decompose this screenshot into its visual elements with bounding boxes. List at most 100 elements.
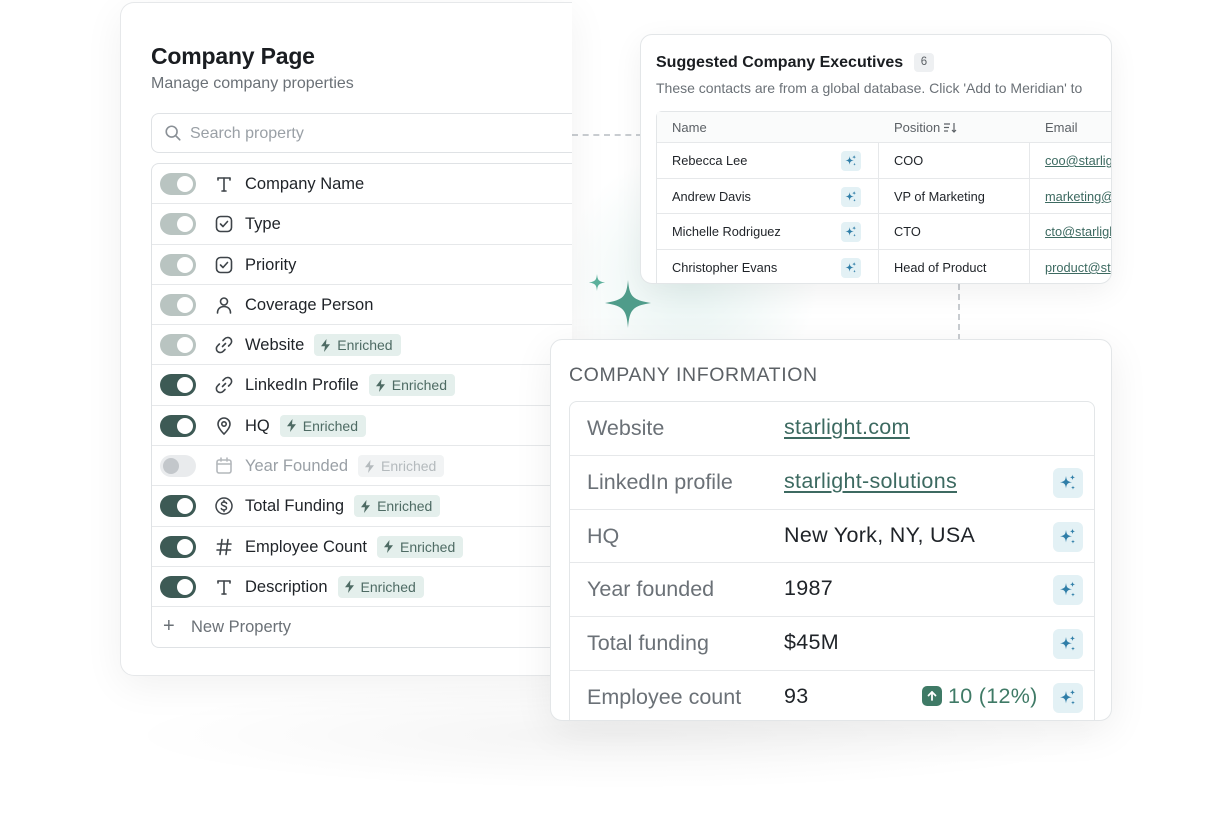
hash-icon: [214, 537, 234, 557]
property-name: Website: [245, 336, 305, 355]
column-header-position[interactable]: Position: [894, 120, 957, 135]
info-value: New York, NY, USA: [784, 522, 976, 547]
executive-position: CTO: [894, 224, 921, 240]
ai-enrich-button[interactable]: [841, 151, 861, 171]
property-toggle[interactable]: [160, 334, 196, 357]
info-row: LinkedIn profile starlight-solutions: [570, 456, 1094, 510]
executive-email-link[interactable]: product@st: [1045, 260, 1111, 275]
property-row[interactable]: LinkedIn Profile Enriched: [152, 365, 572, 406]
executive-email-link[interactable]: marketing@: [1045, 189, 1111, 204]
executive-name: Michelle Rodriguez: [672, 224, 781, 240]
property-row[interactable]: Description Enriched: [152, 567, 572, 608]
enriched-label: Enriched: [360, 578, 416, 595]
property-name: Year Founded: [245, 457, 349, 476]
sort-icon[interactable]: [943, 122, 957, 133]
info-value-link[interactable]: starlight.com: [784, 415, 910, 440]
enriched-label: Enriched: [302, 417, 359, 434]
ai-enrich-button[interactable]: [1053, 575, 1083, 606]
property-toggle[interactable]: [160, 495, 196, 518]
info-value: $45M: [784, 630, 839, 655]
connector-line: [958, 284, 960, 340]
lightning-icon: [375, 378, 386, 392]
info-value: 1987: [784, 576, 834, 601]
checkbox-icon: [214, 214, 234, 234]
toggle-knob: [177, 498, 193, 515]
property-toggle[interactable]: [160, 575, 196, 598]
property-name: Coverage Person: [245, 295, 374, 314]
info-value: 93: [784, 683, 809, 708]
sparkle-icon: [1058, 580, 1078, 600]
new-property-button[interactable]: + New Property: [152, 607, 572, 647]
property-row[interactable]: Employee Count Enriched: [152, 527, 572, 567]
ai-enrich-button[interactable]: [1053, 467, 1083, 498]
info-row: HQ New York, NY, USA: [570, 510, 1094, 564]
property-toggle[interactable]: [160, 455, 196, 478]
property-row[interactable]: Type: [152, 204, 572, 245]
lightning-icon: [344, 580, 355, 594]
executives-title: Suggested Company Executives: [656, 54, 904, 71]
property-toggle[interactable]: [160, 414, 196, 437]
property-toggle[interactable]: [160, 253, 196, 276]
column-header-name[interactable]: Name: [672, 120, 707, 135]
ai-enrich-button[interactable]: [841, 258, 861, 279]
sparkle-icon: [844, 225, 858, 239]
ai-enrich-button[interactable]: [1053, 521, 1083, 552]
property-toggle[interactable]: [160, 293, 196, 316]
enriched-label: Enriched: [377, 498, 433, 515]
enriched-badge: Enriched: [337, 575, 424, 598]
property-toggle[interactable]: [160, 535, 196, 558]
growth-value: 10 (12%): [948, 683, 1038, 708]
column-header-email[interactable]: Email: [1045, 120, 1078, 135]
table-row[interactable]: Rebecca Lee COO coo@starlig: [657, 143, 1111, 179]
executives-subtitle: These contacts are from a global databas…: [656, 80, 1083, 96]
executive-email-link[interactable]: cto@starligh: [1045, 224, 1111, 239]
text-icon: [214, 174, 234, 194]
info-label: Employee count: [587, 684, 742, 709]
toggle-knob: [177, 296, 193, 313]
executive-name: Christopher Evans: [672, 260, 778, 276]
property-name: HQ: [245, 416, 270, 435]
ai-enrich-button[interactable]: [1053, 682, 1083, 713]
property-toggle[interactable]: [160, 213, 196, 236]
property-list: Company Name Type Priority Coverage Person W…: [151, 163, 572, 649]
search-icon: [164, 124, 182, 142]
table-row[interactable]: Christopher Evans Head of Product product@…: [657, 250, 1111, 283]
executives-table: Name Position Email Rebecca Lee COO coo@st…: [656, 111, 1111, 283]
table-row[interactable]: Michelle Rodriguez CTO cto@starligh: [657, 214, 1111, 251]
search-input[interactable]: Search property: [151, 113, 572, 153]
arrow-up-icon: [922, 686, 942, 707]
enriched-label: Enriched: [337, 337, 393, 354]
enriched-label: Enriched: [399, 538, 456, 555]
executives-count-badge: 6: [914, 53, 934, 72]
info-value-link[interactable]: starlight-solutions: [784, 469, 957, 494]
lightning-icon: [383, 540, 394, 554]
property-toggle[interactable]: [160, 374, 196, 397]
executive-position: Head of Product: [894, 260, 987, 276]
ai-enrich-button[interactable]: [841, 222, 861, 243]
property-row[interactable]: HQ Enriched: [152, 406, 572, 447]
ai-enrich-button[interactable]: [1053, 629, 1083, 660]
table-row[interactable]: Andrew Davis VP of Marketing marketing@: [657, 179, 1111, 215]
info-label: Year founded: [587, 577, 715, 602]
property-row[interactable]: Priority: [152, 245, 572, 285]
property-toggle[interactable]: [160, 173, 196, 195]
toggle-knob: [163, 458, 179, 475]
property-row[interactable]: Year Founded Enriched: [152, 446, 572, 487]
location-pin-icon: [214, 416, 234, 436]
lightning-icon: [360, 499, 371, 513]
executive-name: Andrew Davis: [672, 188, 751, 204]
info-row: Website starlight.com: [570, 402, 1094, 456]
company-information-table: Website starlight.com LinkedIn profile star…: [569, 401, 1095, 720]
enriched-badge: Enriched: [376, 535, 464, 558]
sparkle-icon: [844, 190, 858, 204]
lightning-icon: [320, 338, 331, 352]
executive-email-link[interactable]: coo@starlig: [1045, 153, 1111, 168]
property-row[interactable]: Website Enriched: [152, 325, 572, 366]
ai-enrich-button[interactable]: [841, 186, 861, 207]
property-row[interactable]: Coverage Person: [152, 285, 572, 326]
property-row[interactable]: Total Funding Enriched: [152, 486, 572, 527]
toggle-knob: [177, 216, 193, 233]
enriched-badge: Enriched: [354, 495, 441, 518]
property-row[interactable]: Company Name: [152, 164, 572, 205]
toggle-knob: [177, 538, 193, 555]
